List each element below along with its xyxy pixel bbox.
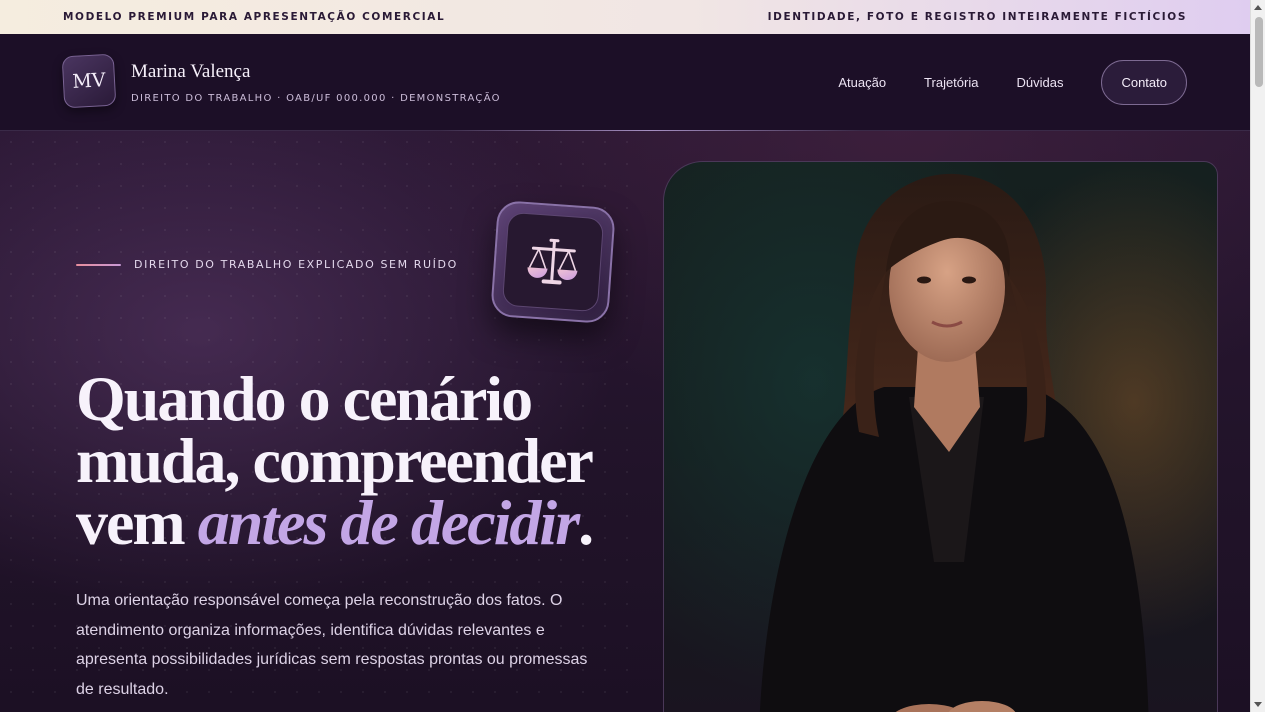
brand-subtitle: DIREITO DO TRABALHO · OAB/UF 000.000 · D… [131,93,501,104]
site-header: MV Marina Valença DIREITO DO TRABALHO · … [0,34,1250,131]
headline-accent: antes de decidir [197,487,580,558]
announcement-left: MODELO PREMIUM PARA APRESENTAÇÃO COMERCI… [63,11,446,23]
scrollbar-thumb[interactable] [1255,17,1263,87]
hero-lead-paragraph: Uma orientação responsável começa pela r… [76,592,588,698]
headline-line-3: vem [76,487,198,558]
scales-of-justice-icon [527,238,578,285]
brand-name[interactable]: Marina Valença [131,61,250,83]
scroll-up-arrow-icon[interactable] [1254,5,1262,10]
nav-link-trajetoria[interactable]: Trajetória [924,75,978,90]
hero-section: DIREITO DO TRABALHO EXPLICADO SEM RUÍDO [0,131,1250,712]
headline-line-1: Quando o cenário [76,363,533,434]
scales-badge-inner [501,211,605,313]
headline-period: . [578,487,594,558]
logo-monogram[interactable]: MV [61,53,117,109]
hero-headline: Quando o cenário muda, compreender vem a… [76,367,636,555]
announcement-bar: MODELO PREMIUM PARA APRESENTAÇÃO COMERCI… [0,0,1250,34]
contact-button[interactable]: Contato [1101,59,1187,105]
nav-link-atuacao[interactable]: Atuação [838,75,886,90]
eyebrow-line [76,263,121,266]
main-nav: Atuação Trajetória Dúvidas Contato [838,59,1187,105]
scales-badge [490,200,616,324]
portrait-illustration [759,173,1149,712]
page-scrollbar[interactable] [1250,0,1265,712]
announcement-right: IDENTIDADE, FOTO E REGISTRO INTEIRAMENTE… [767,11,1187,23]
scroll-down-arrow-icon[interactable] [1254,702,1262,707]
hero-eyebrow: DIREITO DO TRABALHO EXPLICADO SEM RUÍDO [76,258,458,271]
eyebrow-text: DIREITO DO TRABALHO EXPLICADO SEM RUÍDO [134,258,458,271]
nav-link-duvidas[interactable]: Dúvidas [1016,75,1063,90]
headline-line-2: muda, compreender [76,425,594,496]
portrait-photo [663,161,1218,712]
